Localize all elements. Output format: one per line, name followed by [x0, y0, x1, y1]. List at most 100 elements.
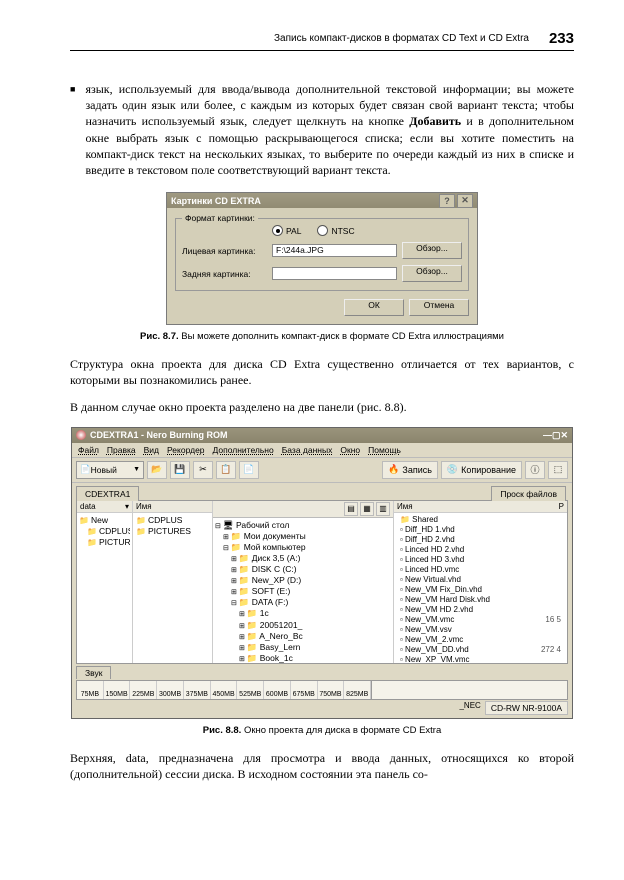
page-number: 233	[549, 30, 574, 47]
close-icon[interactable]: ✕	[560, 430, 568, 441]
data-tab-header[interactable]: data▾	[77, 501, 132, 513]
cut-icon[interactable]: ✂	[193, 461, 213, 479]
ok-button[interactable]: ОК	[344, 299, 404, 316]
tree-item[interactable]: 📁 A_Nero_Bc	[215, 631, 391, 642]
tree-item[interactable]: New	[79, 515, 130, 526]
minimize-icon[interactable]: —	[543, 430, 552, 440]
tree-item[interactable]: CDPLUS	[79, 526, 130, 537]
list-item[interactable]: ▫ New Virtual.vhd	[397, 575, 564, 585]
ruler-tick: 300MB	[157, 681, 184, 699]
cancel-button[interactable]: Отмена	[409, 299, 469, 316]
menu-item[interactable]: Правка	[107, 445, 136, 455]
list-item[interactable]: ▫ Diff_HD 1.vhd	[397, 525, 564, 535]
file-list-pane: Имя Р 📁 Shared▫ Diff_HD 1.vhd▫ Diff_HD 2…	[394, 501, 567, 663]
list-item[interactable]: ▫ New_VM_DD.vhd272 4	[397, 645, 564, 655]
paragraph-3: Верхняя, data, предназначена для просмот…	[70, 750, 574, 782]
menu-item[interactable]: Файл	[78, 445, 99, 455]
app-icon	[76, 430, 86, 440]
tree-item[interactable]: PICTURES	[79, 537, 130, 548]
menu-item[interactable]: Вид	[144, 445, 159, 455]
paragraph-2: В данном случае окно проекта разделено н…	[70, 399, 574, 415]
size-ruler: 75MB150MB225MB300MB375MB450MB525MB600MB6…	[76, 680, 568, 700]
cd-extra-pictures-dialog: Картинки CD EXTRA ? ✕ Формат картинки: P…	[166, 192, 478, 325]
tree-item[interactable]: 📁 DATA (F:)	[215, 597, 391, 608]
filesystem-tree-pane: ▤ ▦ ▥ 🖥 Рабочий стол📁 Мои документы📁 Мой…	[213, 501, 394, 663]
bullet-paragraph: ■ язык, используемый для ввода/вывода до…	[70, 81, 574, 178]
project-tab[interactable]: CDEXTRA1	[76, 486, 139, 501]
recorder-device[interactable]: CD-RW NR-9100A	[485, 701, 568, 715]
file-browser-header: ▤ ▦ ▥	[213, 501, 393, 518]
tree-item[interactable]: 📁 Book_1c	[215, 653, 391, 663]
tree-btn-icon[interactable]: ▥	[376, 502, 390, 516]
menu-item[interactable]: Помощь	[368, 445, 401, 455]
ruler-tick: 225MB	[130, 681, 157, 699]
pal-radio[interactable]: PAL	[272, 225, 301, 236]
list-item[interactable]: ▫ Linced HD 2.vhd	[397, 545, 564, 555]
tree-item[interactable]: 📁 New_XP (D:)	[215, 575, 391, 586]
tree-item[interactable]: 📁 Диск 3,5 (A:)	[215, 553, 391, 564]
menu-item[interactable]: Дополнительно	[213, 445, 274, 455]
ruler-tick: 750MB	[318, 681, 345, 699]
name-column-header[interactable]: Имя	[133, 501, 212, 513]
browse-back-button[interactable]: Обзор...	[402, 265, 462, 282]
tree-item[interactable]: 📁 SOFT (E:)	[215, 586, 391, 597]
toolbar: 📄Новый▼ 📂 💾 ✂ 📋 📄 🔥Запись 💿Копирование ⓘ…	[72, 458, 572, 483]
running-head: Запись компакт-дисков в форматах CD Text…	[70, 30, 574, 51]
list-item[interactable]: ▫ Diff_HD 2.vhd	[397, 535, 564, 545]
list-item[interactable]: ▫ New_VM Hard Disk.vhd	[397, 595, 564, 605]
disc-info-icon[interactable]: ⓘ	[525, 461, 545, 479]
back-picture-input[interactable]	[272, 267, 397, 280]
new-project-dropdown[interactable]: 📄Новый▼	[76, 461, 144, 479]
list-item[interactable]: ▫ Linced HD.vmc	[397, 565, 564, 575]
list-item[interactable]: ▫ New_VM HD 2.vhd	[397, 605, 564, 615]
menu-item[interactable]: Окно	[340, 445, 360, 455]
tree-btn-icon[interactable]: ▦	[360, 502, 374, 516]
dialog-titlebar[interactable]: Картинки CD EXTRA ? ✕	[167, 193, 477, 208]
paste-icon[interactable]: 📄	[239, 461, 259, 479]
list-item[interactable]: ▫ New_XP_VM.vmc	[397, 655, 564, 663]
tree-btn-icon[interactable]: ▤	[344, 502, 358, 516]
list-item[interactable]: ▫ New_VM_2.vmc	[397, 635, 564, 645]
ruler-tick: 600MB	[264, 681, 291, 699]
project-pane: data▾ NewCDPLUSPICTURES Имя CDPLUSPICTUR…	[77, 501, 213, 663]
size-column[interactable]: Р	[559, 502, 564, 511]
bullet-icon: ■	[70, 84, 75, 94]
list-item[interactable]: CDPLUS	[136, 515, 209, 526]
tree-item[interactable]: 📁 Мои документы	[215, 531, 391, 542]
tree-item[interactable]: 📁 1c	[215, 608, 391, 619]
maximize-icon[interactable]: ▢	[552, 430, 561, 441]
burn-button[interactable]: 🔥Запись	[382, 461, 438, 479]
name-column[interactable]: Имя	[397, 502, 559, 511]
back-picture-label: Задняя картинка:	[182, 269, 272, 279]
nero-titlebar[interactable]: CDEXTRA1 - Nero Burning ROM — ▢ ✕	[72, 428, 572, 443]
menu-item[interactable]: База данных	[282, 445, 333, 455]
window-title: CDEXTRA1 - Nero Burning ROM	[90, 430, 228, 440]
help-icon[interactable]: ?	[439, 194, 455, 208]
list-item[interactable]: ▫ New_VM Fix_Din.vhd	[397, 585, 564, 595]
list-item[interactable]: PICTURES	[136, 526, 209, 537]
tool-icon[interactable]: ⬚	[548, 461, 568, 479]
copy-icon[interactable]: 📋	[216, 461, 236, 479]
list-item[interactable]: 📁 Shared	[397, 515, 564, 525]
tree-item[interactable]: 📁 DISK C (C:)	[215, 564, 391, 575]
close-icon[interactable]: ✕	[457, 194, 473, 208]
menu-item[interactable]: Рекордер	[167, 445, 205, 455]
tree-item[interactable]: 📁 Basy_Lern	[215, 642, 391, 653]
list-item[interactable]: ▫ Linced HD 3.vhd	[397, 555, 564, 565]
tree-item[interactable]: 📁 20051201_	[215, 620, 391, 631]
tree-item[interactable]: 🖥 Рабочий стол	[215, 520, 391, 531]
menubar: Файл Правка Вид Рекордер Дополнительно База д…	[72, 443, 572, 458]
ntsc-radio[interactable]: NTSC	[317, 225, 354, 236]
browse-front-button[interactable]: Обзор...	[402, 242, 462, 259]
figure-caption-87: Рис. 8.7. Вы можете дополнить компакт-ди…	[70, 331, 574, 342]
save-icon[interactable]: 💾	[170, 461, 190, 479]
tree-item[interactable]: 📁 Мой компьютер	[215, 542, 391, 553]
list-item[interactable]: ▫ New_VM.vmc16 5	[397, 615, 564, 625]
nero-window: CDEXTRA1 - Nero Burning ROM — ▢ ✕ Файл Пр…	[71, 427, 573, 719]
open-icon[interactable]: 📂	[147, 461, 167, 479]
files-panel-tab[interactable]: Проск файлов	[491, 486, 566, 501]
copy-disc-button[interactable]: 💿Копирование	[441, 461, 522, 479]
front-picture-input[interactable]: F:\244a.JPG	[272, 244, 397, 257]
list-item[interactable]: ▫ New_VM.vsv	[397, 625, 564, 635]
audio-tab[interactable]: Звук	[76, 666, 111, 679]
